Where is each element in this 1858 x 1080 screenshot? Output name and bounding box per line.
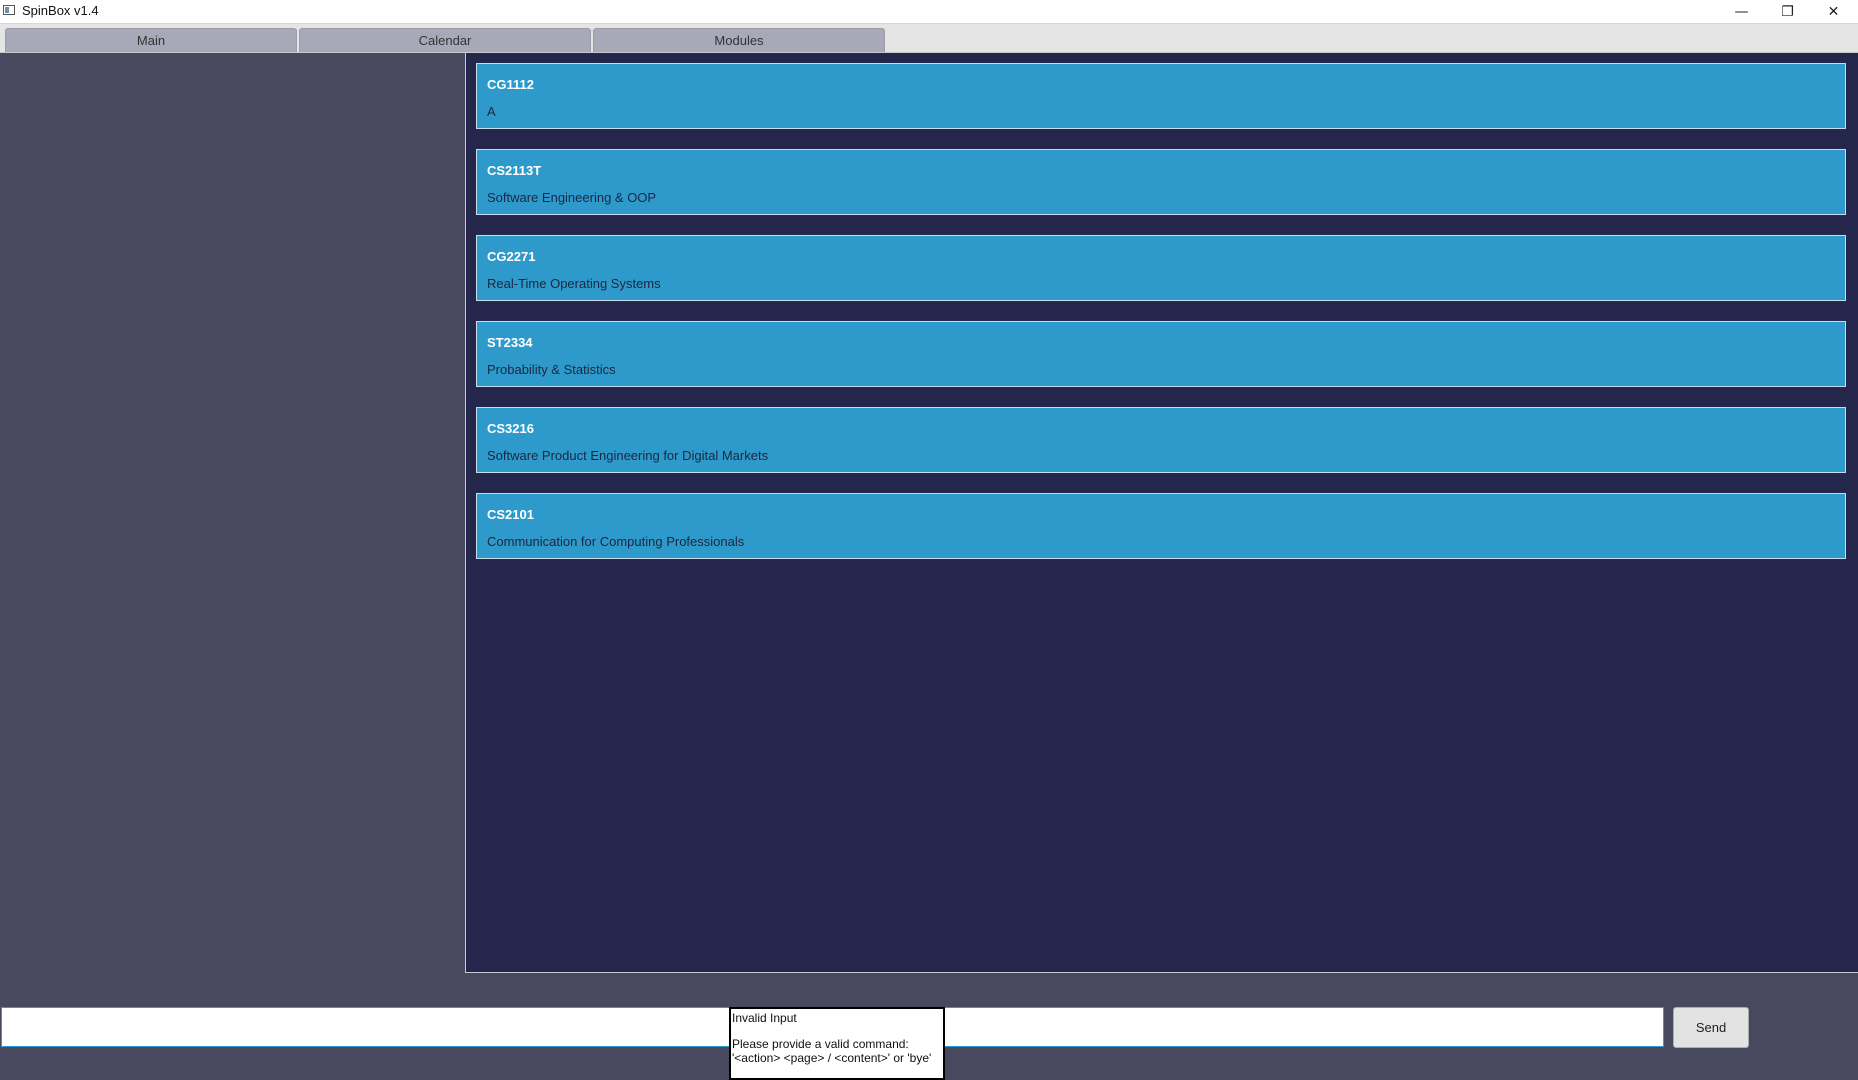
close-button[interactable]: ✕ [1811, 0, 1856, 23]
module-name: Communication for Computing Professional… [487, 534, 745, 549]
module-name: Software Engineering & OOP [487, 190, 657, 205]
restore-icon: ❐ [1781, 3, 1794, 20]
send-button[interactable]: Send [1673, 1007, 1749, 1048]
window-title: SpinBox v1.4 [22, 3, 99, 18]
module-name: A [487, 104, 496, 119]
module-card[interactable]: ST2334 Probability & Statistics [476, 321, 1846, 387]
module-list[interactable]: CG1112 A CS2113T Software Engineering & … [465, 53, 1858, 973]
tab-strip: Main Calendar Modules [0, 24, 1858, 53]
module-code: CS3216 [487, 421, 534, 436]
error-tooltip: Invalid Input Please provide a valid comm… [729, 1007, 945, 1080]
module-card[interactable]: CG1112 A [476, 63, 1846, 129]
maximize-button[interactable]: ❐ [1765, 0, 1810, 23]
tooltip-message: Please provide a valid command: [732, 1037, 909, 1051]
module-card[interactable]: CS3216 Software Product Engineering for … [476, 407, 1846, 473]
app-icon [3, 5, 15, 15]
tab-main[interactable]: Main [5, 28, 297, 52]
module-card[interactable]: CS2113T Software Engineering & OOP [476, 149, 1846, 215]
tooltip-usage: '<action> <page> / <content>' or 'bye' [732, 1051, 932, 1065]
module-code: CG2271 [487, 249, 536, 264]
close-icon: ✕ [1827, 3, 1840, 20]
module-code: CS2113T [487, 163, 542, 178]
module-code: CG1112 [487, 77, 534, 92]
side-panel [0, 53, 465, 973]
module-card[interactable]: CS2101 Communication for Computing Profe… [476, 493, 1846, 559]
title-bar: SpinBox v1.4 — ❐ ✕ [0, 0, 1858, 24]
minimize-button[interactable]: — [1719, 0, 1764, 23]
module-code: ST2334 [487, 335, 533, 350]
minimize-icon: — [1734, 3, 1749, 20]
module-card[interactable]: CG2271 Real-Time Operating Systems [476, 235, 1846, 301]
module-code: CS2101 [487, 507, 534, 522]
module-name: Real-Time Operating Systems [487, 276, 661, 291]
tab-modules[interactable]: Modules [593, 28, 885, 52]
module-name: Probability & Statistics [487, 362, 616, 377]
tab-calendar[interactable]: Calendar [299, 28, 591, 52]
module-name: Software Product Engineering for Digital… [487, 448, 769, 463]
tooltip-title: Invalid Input [732, 1011, 797, 1025]
